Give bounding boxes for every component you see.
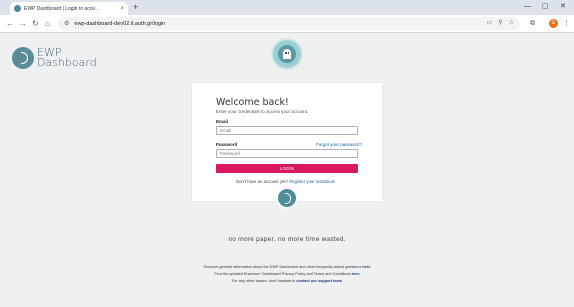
tagline: no more paper, no more time wasted. [228, 236, 346, 243]
privacy-link[interactable]: here [352, 272, 360, 276]
browser-tab-bar: EWP Dashboard | Login to acce... × + — ▢… [0, 0, 574, 15]
home-icon[interactable]: ⌂ [45, 18, 50, 30]
login-button[interactable]: LOGIN [216, 164, 358, 173]
brand-line2: Dashboard [37, 56, 97, 69]
back-icon[interactable]: ← [6, 18, 14, 30]
reload-icon[interactable]: ↻ [32, 18, 39, 30]
zoom-icon[interactable]: ⚲ [498, 19, 502, 26]
forgot-password-link[interactable]: Forgot your password? [316, 142, 362, 147]
maximize-button[interactable]: ▢ [542, 2, 549, 12]
login-subtitle: Enter your credentials to access your ac… [216, 109, 309, 114]
address-bar[interactable]: ⚙ ewp-dashboard-dev02.it.auth.gr/login ▭… [58, 17, 520, 30]
menu-icon[interactable]: ⋮ [563, 18, 570, 30]
ewp-logo-icon [12, 47, 34, 69]
ghost-mascot-icon [273, 40, 301, 68]
url-text: ewp-dashboard-dev02.it.auth.gr/login [74, 20, 166, 27]
forward-icon[interactable]: → [19, 18, 27, 30]
cast-icon[interactable]: ▭ [487, 19, 493, 26]
tab-close-icon[interactable]: × [120, 6, 124, 12]
register-institution-link[interactable]: Register your institution! [289, 179, 335, 184]
login-title: Welcome back! [216, 97, 289, 108]
tab-title: EWP Dashboard | Login to acce... [24, 5, 100, 12]
new-tab-button[interactable]: + [133, 2, 138, 13]
ewp-dashboard-logo[interactable]: EWP Dashboard [12, 47, 97, 69]
footer-faq-text: Discover general information about the E… [203, 265, 362, 269]
ewp-emblem-icon [276, 187, 298, 209]
site-info-icon[interactable]: ⚙ [64, 20, 69, 27]
signup-text: Don't have an account yet? [236, 179, 288, 184]
minimize-button[interactable]: — [524, 2, 531, 12]
browser-tab[interactable]: EWP Dashboard | Login to acce... × [10, 2, 128, 15]
email-field[interactable] [216, 126, 358, 135]
footer-support-text: For any other issues, don't hesitate to [231, 279, 296, 283]
bookmark-star-icon[interactable]: ☆ [509, 19, 514, 26]
site-favicon-icon [14, 5, 21, 12]
browser-toolbar: ← → ↻ ⌂ ⚙ ewp-dashboard-dev02.it.auth.gr… [0, 15, 574, 33]
signup-prompt: Don't have an account yet? Register your… [236, 179, 335, 184]
support-link[interactable]: contact our support team [296, 279, 342, 283]
brand-text: EWP Dashboard [37, 47, 97, 69]
footer-privacy-text: Find the updated Erasmus+ Dashboard Priv… [214, 272, 351, 276]
footer-privacy-line: Find the updated Erasmus+ Dashboard Priv… [0, 272, 574, 276]
password-field[interactable] [216, 149, 358, 158]
faq-link[interactable]: here [362, 265, 370, 269]
profile-avatar[interactable]: G [549, 19, 558, 28]
close-window-button[interactable]: ✕ [560, 2, 566, 12]
login-card: Welcome back! Enter your credentials to … [192, 83, 382, 201]
password-label: Password [216, 142, 238, 147]
email-label: Email [216, 119, 229, 124]
footer-support-line: For any other issues, don't hesitate to … [0, 279, 574, 283]
extensions-icon[interactable]: ⧉ [530, 18, 535, 30]
footer-faq-line: Discover general information about the E… [0, 265, 574, 269]
